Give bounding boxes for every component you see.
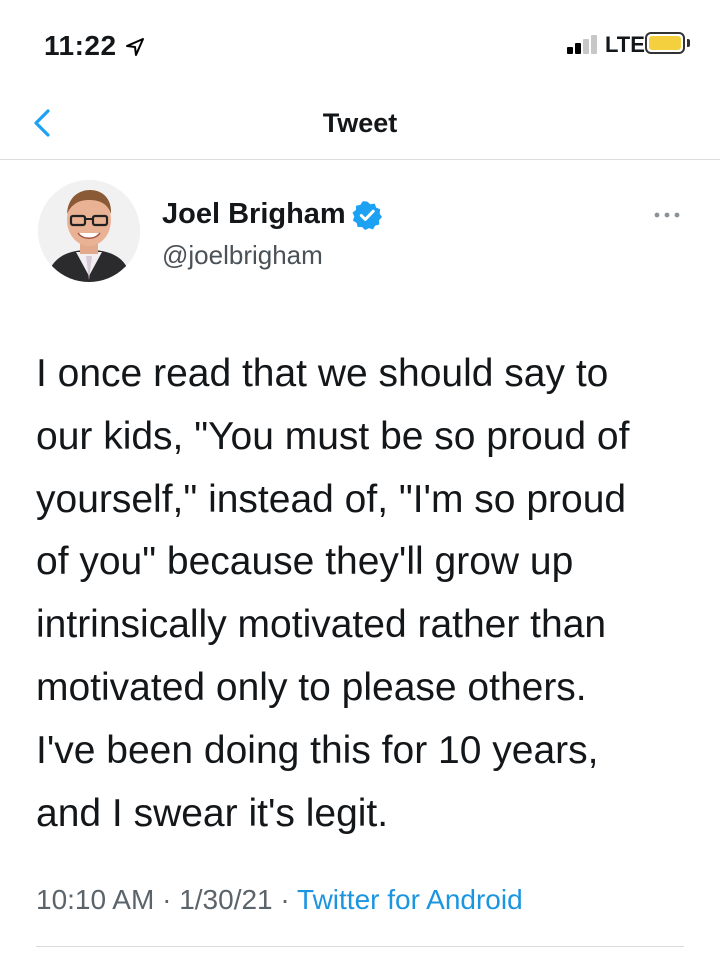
battery-icon — [645, 32, 685, 54]
tweet-text-line: yourself," instead of, "I'm so proud — [36, 477, 627, 521]
tweet-meta: 10:10 AM · 1/30/21 · Twitter for Android — [36, 884, 523, 916]
page-title: Tweet — [322, 108, 398, 138]
network-type: LTE — [605, 32, 645, 57]
more-options-icon[interactable] — [652, 210, 682, 220]
tweet-text-line: I've been doing this for 10 years, — [36, 728, 599, 772]
tweet-source-link[interactable]: Twitter for Android — [297, 884, 523, 915]
verified-badge-icon — [352, 200, 382, 230]
meta-separator: · — [272, 884, 298, 915]
tweet-date: 1/30/21 — [179, 884, 273, 915]
tweet-text-line: our kids, "You must be so proud of — [36, 414, 630, 458]
author-display-name: Joel Brigham — [162, 198, 346, 230]
avatar-photo — [38, 180, 140, 282]
status-time: 11:22 — [44, 30, 117, 61]
avatar[interactable] — [38, 180, 140, 282]
tweet-time: 10:10 AM — [36, 884, 155, 915]
status-bar: 11:22 LTE — [0, 0, 720, 90]
meta-separator: · — [154, 884, 180, 915]
tweet-text-line: motivated only to please others. — [36, 665, 587, 709]
tweet-text-line: and I swear it's legit. — [36, 791, 389, 835]
divider — [36, 946, 684, 947]
battery-cap — [687, 39, 690, 47]
author-handle[interactable]: @joelbrigham — [162, 240, 323, 271]
author-name[interactable]: Joel Brigham — [162, 198, 382, 231]
nav-bar: Tweet — [0, 90, 720, 160]
tweet-text-line: I once read that we should say to — [36, 352, 609, 395]
tweet-text-line: of you" because they'll grow up — [36, 540, 574, 584]
cellular-signal-icon — [567, 34, 603, 54]
tweet-text: I once read that we should say to our ki… — [36, 343, 696, 845]
location-arrow-icon — [126, 38, 144, 56]
tweet-text-line: intrinsically motivated rather than — [36, 603, 607, 647]
